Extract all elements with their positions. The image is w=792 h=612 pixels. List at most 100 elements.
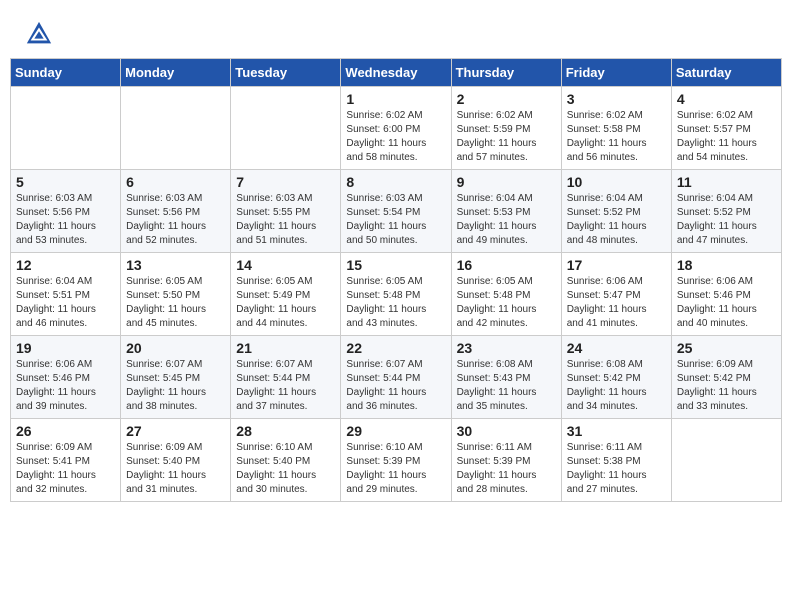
- calendar-cell: 25 Sunrise: 6:09 AM Sunset: 5:42 PM Dayl…: [671, 336, 781, 419]
- page-header: [10, 10, 782, 53]
- sunrise-text: Sunrise: 6:03 AM: [16, 193, 92, 204]
- calendar-cell: 5 Sunrise: 6:03 AM Sunset: 5:56 PM Dayli…: [11, 170, 121, 253]
- day-number: 25: [677, 340, 776, 356]
- daylight-text: Daylight: 11 hours and 30 minutes.: [236, 470, 316, 495]
- daylight-text: Daylight: 11 hours and 53 minutes.: [16, 221, 96, 246]
- cell-content: Sunrise: 6:11 AM Sunset: 5:39 PM Dayligh…: [457, 441, 556, 497]
- sunset-text: Sunset: 5:54 PM: [346, 207, 420, 218]
- weekday-header-wednesday: Wednesday: [341, 59, 451, 87]
- sunrise-text: Sunrise: 6:02 AM: [457, 110, 533, 121]
- sunrise-text: Sunrise: 6:04 AM: [16, 276, 92, 287]
- calendar-cell: 14 Sunrise: 6:05 AM Sunset: 5:49 PM Dayl…: [231, 253, 341, 336]
- cell-content: Sunrise: 6:10 AM Sunset: 5:40 PM Dayligh…: [236, 441, 335, 497]
- sunset-text: Sunset: 5:50 PM: [126, 290, 200, 301]
- sunrise-text: Sunrise: 6:03 AM: [236, 193, 312, 204]
- day-number: 4: [677, 91, 776, 107]
- cell-content: Sunrise: 6:04 AM Sunset: 5:52 PM Dayligh…: [567, 192, 666, 248]
- daylight-text: Daylight: 11 hours and 35 minutes.: [457, 387, 537, 412]
- daylight-text: Daylight: 11 hours and 42 minutes.: [457, 304, 537, 329]
- weekday-header-row: SundayMondayTuesdayWednesdayThursdayFrid…: [11, 59, 782, 87]
- calendar-cell: 2 Sunrise: 6:02 AM Sunset: 5:59 PM Dayli…: [451, 87, 561, 170]
- cell-content: Sunrise: 6:03 AM Sunset: 5:54 PM Dayligh…: [346, 192, 445, 248]
- logo: [25, 20, 57, 48]
- calendar-week-1: 1 Sunrise: 6:02 AM Sunset: 6:00 PM Dayli…: [11, 87, 782, 170]
- day-number: 20: [126, 340, 225, 356]
- calendar-cell: [231, 87, 341, 170]
- sunrise-text: Sunrise: 6:07 AM: [236, 359, 312, 370]
- daylight-text: Daylight: 11 hours and 29 minutes.: [346, 470, 426, 495]
- calendar-cell: 28 Sunrise: 6:10 AM Sunset: 5:40 PM Dayl…: [231, 419, 341, 502]
- calendar-week-3: 12 Sunrise: 6:04 AM Sunset: 5:51 PM Dayl…: [11, 253, 782, 336]
- daylight-text: Daylight: 11 hours and 58 minutes.: [346, 138, 426, 163]
- sunrise-text: Sunrise: 6:08 AM: [567, 359, 643, 370]
- day-number: 28: [236, 423, 335, 439]
- daylight-text: Daylight: 11 hours and 33 minutes.: [677, 387, 757, 412]
- logo-icon: [25, 20, 53, 48]
- cell-content: Sunrise: 6:08 AM Sunset: 5:43 PM Dayligh…: [457, 358, 556, 414]
- cell-content: Sunrise: 6:09 AM Sunset: 5:40 PM Dayligh…: [126, 441, 225, 497]
- calendar-cell: 11 Sunrise: 6:04 AM Sunset: 5:52 PM Dayl…: [671, 170, 781, 253]
- calendar-week-4: 19 Sunrise: 6:06 AM Sunset: 5:46 PM Dayl…: [11, 336, 782, 419]
- sunrise-text: Sunrise: 6:04 AM: [567, 193, 643, 204]
- sunrise-text: Sunrise: 6:05 AM: [236, 276, 312, 287]
- daylight-text: Daylight: 11 hours and 40 minutes.: [677, 304, 757, 329]
- cell-content: Sunrise: 6:07 AM Sunset: 5:44 PM Dayligh…: [236, 358, 335, 414]
- weekday-header-tuesday: Tuesday: [231, 59, 341, 87]
- day-number: 16: [457, 257, 556, 273]
- cell-content: Sunrise: 6:05 AM Sunset: 5:48 PM Dayligh…: [457, 275, 556, 331]
- sunrise-text: Sunrise: 6:04 AM: [677, 193, 753, 204]
- sunrise-text: Sunrise: 6:05 AM: [126, 276, 202, 287]
- cell-content: Sunrise: 6:03 AM Sunset: 5:56 PM Dayligh…: [16, 192, 115, 248]
- day-number: 29: [346, 423, 445, 439]
- cell-content: Sunrise: 6:07 AM Sunset: 5:44 PM Dayligh…: [346, 358, 445, 414]
- day-number: 15: [346, 257, 445, 273]
- daylight-text: Daylight: 11 hours and 43 minutes.: [346, 304, 426, 329]
- sunrise-text: Sunrise: 6:07 AM: [126, 359, 202, 370]
- daylight-text: Daylight: 11 hours and 50 minutes.: [346, 221, 426, 246]
- cell-content: Sunrise: 6:02 AM Sunset: 5:57 PM Dayligh…: [677, 109, 776, 165]
- daylight-text: Daylight: 11 hours and 52 minutes.: [126, 221, 206, 246]
- calendar-cell: 26 Sunrise: 6:09 AM Sunset: 5:41 PM Dayl…: [11, 419, 121, 502]
- day-number: 22: [346, 340, 445, 356]
- sunrise-text: Sunrise: 6:06 AM: [567, 276, 643, 287]
- daylight-text: Daylight: 11 hours and 47 minutes.: [677, 221, 757, 246]
- cell-content: Sunrise: 6:04 AM Sunset: 5:53 PM Dayligh…: [457, 192, 556, 248]
- sunrise-text: Sunrise: 6:02 AM: [346, 110, 422, 121]
- daylight-text: Daylight: 11 hours and 56 minutes.: [567, 138, 647, 163]
- sunset-text: Sunset: 5:51 PM: [16, 290, 90, 301]
- daylight-text: Daylight: 11 hours and 38 minutes.: [126, 387, 206, 412]
- calendar-cell: 17 Sunrise: 6:06 AM Sunset: 5:47 PM Dayl…: [561, 253, 671, 336]
- cell-content: Sunrise: 6:07 AM Sunset: 5:45 PM Dayligh…: [126, 358, 225, 414]
- calendar-cell: 31 Sunrise: 6:11 AM Sunset: 5:38 PM Dayl…: [561, 419, 671, 502]
- sunset-text: Sunset: 5:55 PM: [236, 207, 310, 218]
- sunrise-text: Sunrise: 6:10 AM: [236, 442, 312, 453]
- daylight-text: Daylight: 11 hours and 49 minutes.: [457, 221, 537, 246]
- daylight-text: Daylight: 11 hours and 46 minutes.: [16, 304, 96, 329]
- calendar-cell: 18 Sunrise: 6:06 AM Sunset: 5:46 PM Dayl…: [671, 253, 781, 336]
- day-number: 24: [567, 340, 666, 356]
- calendar-cell: 23 Sunrise: 6:08 AM Sunset: 5:43 PM Dayl…: [451, 336, 561, 419]
- cell-content: Sunrise: 6:10 AM Sunset: 5:39 PM Dayligh…: [346, 441, 445, 497]
- sunrise-text: Sunrise: 6:11 AM: [457, 442, 532, 453]
- sunset-text: Sunset: 5:40 PM: [236, 456, 310, 467]
- calendar-cell: 21 Sunrise: 6:07 AM Sunset: 5:44 PM Dayl…: [231, 336, 341, 419]
- cell-content: Sunrise: 6:03 AM Sunset: 5:56 PM Dayligh…: [126, 192, 225, 248]
- daylight-text: Daylight: 11 hours and 41 minutes.: [567, 304, 647, 329]
- sunset-text: Sunset: 5:52 PM: [567, 207, 641, 218]
- weekday-header-monday: Monday: [121, 59, 231, 87]
- sunset-text: Sunset: 5:46 PM: [677, 290, 751, 301]
- sunset-text: Sunset: 5:39 PM: [457, 456, 531, 467]
- sunset-text: Sunset: 5:45 PM: [126, 373, 200, 384]
- cell-content: Sunrise: 6:05 AM Sunset: 5:50 PM Dayligh…: [126, 275, 225, 331]
- sunrise-text: Sunrise: 6:03 AM: [346, 193, 422, 204]
- day-number: 27: [126, 423, 225, 439]
- cell-content: Sunrise: 6:06 AM Sunset: 5:46 PM Dayligh…: [16, 358, 115, 414]
- day-number: 19: [16, 340, 115, 356]
- day-number: 18: [677, 257, 776, 273]
- calendar-cell: 22 Sunrise: 6:07 AM Sunset: 5:44 PM Dayl…: [341, 336, 451, 419]
- day-number: 5: [16, 174, 115, 190]
- calendar-cell: 15 Sunrise: 6:05 AM Sunset: 5:48 PM Dayl…: [341, 253, 451, 336]
- sunrise-text: Sunrise: 6:07 AM: [346, 359, 422, 370]
- day-number: 30: [457, 423, 556, 439]
- day-number: 11: [677, 174, 776, 190]
